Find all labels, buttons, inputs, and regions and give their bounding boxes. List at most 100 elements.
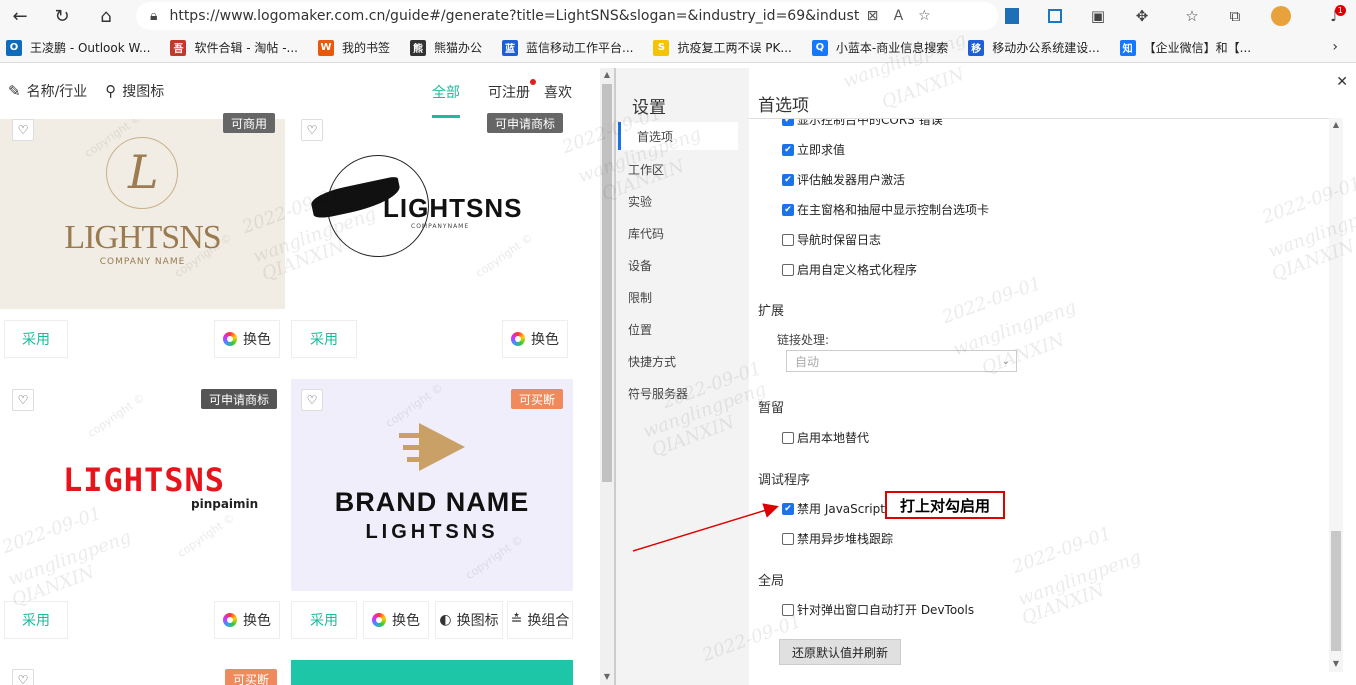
use-button[interactable]: 采用 xyxy=(291,601,357,639)
change-color-button[interactable]: 换色 xyxy=(363,601,429,639)
change-icon-button[interactable]: ◐ 换图标 xyxy=(435,601,503,639)
sidebar-item-workspace[interactable]: 工作区 xyxy=(628,161,664,178)
option-custom-formatters[interactable]: 启用自定义格式化程序 xyxy=(782,261,917,278)
option-preserve-log[interactable]: 导航时保留日志 xyxy=(782,231,881,248)
logo-card-3[interactable]: LIGHTSNS pinpaimin copyright © copyright… xyxy=(3,379,285,645)
option-label: 显示控制台中的CORS 错误 xyxy=(797,118,943,127)
notification-bell-icon[interactable]: ♪ 1 xyxy=(1324,5,1346,27)
logo-card-4[interactable]: BRAND NAME LIGHTSNS copyright © copyrigh… xyxy=(291,379,573,645)
change-color-button[interactable]: 换色 xyxy=(214,320,280,358)
refresh-icon[interactable]: ↻ xyxy=(48,2,76,30)
link-handling-select[interactable]: 自动 ⌄ xyxy=(786,350,1017,372)
tab-favorites[interactable]: 喜欢 xyxy=(544,82,572,102)
sidebar-item-shortcuts[interactable]: 快捷方式 xyxy=(628,353,676,370)
back-icon[interactable]: ← xyxy=(6,2,34,30)
extension-book-icon[interactable] xyxy=(1001,5,1023,27)
checkbox-unchecked[interactable] xyxy=(782,431,794,444)
scroll-up-icon[interactable]: ▲ xyxy=(603,70,611,79)
nav-search-logo[interactable]: ⚲ 搜图标 xyxy=(105,81,164,101)
scroll-thumb[interactable] xyxy=(602,84,612,482)
logo-card-6-preview[interactable] xyxy=(291,660,573,685)
logo-brand: LIGHTSNS xyxy=(62,461,226,499)
option-eager-eval[interactable]: ✔ 立即求值 xyxy=(782,141,845,158)
scroll-thumb[interactable] xyxy=(1331,531,1341,651)
option-disable-javascript[interactable]: ✔ 禁用 JavaScript xyxy=(782,500,885,517)
option-cors-errors[interactable]: ✔ 显示控制台中的CORS 错误 xyxy=(782,118,943,128)
bookmark-item[interactable]: 知【企业微信】和【... xyxy=(1119,39,1251,56)
sidebar-item-preferences[interactable]: 首选项 xyxy=(618,122,738,150)
checkbox-checked[interactable]: ✔ xyxy=(782,119,794,126)
collections-icon[interactable]: ⧉ xyxy=(1224,5,1246,27)
option-console-tab[interactable]: ✔ 在主窗格和抽屉中显示控制台选项卡 xyxy=(782,201,989,218)
bookmark-item[interactable]: S 抗疫复工两不误 PK... xyxy=(653,39,792,56)
sidebar-item-experiments[interactable]: 实验 xyxy=(628,193,652,210)
extension-window-icon[interactable] xyxy=(1044,5,1066,27)
sidebar-item-devices[interactable]: 设备 xyxy=(628,257,652,274)
option-local-overrides[interactable]: 启用本地替代 xyxy=(782,429,869,446)
bookmark-item[interactable]: 熊熊猫办公 xyxy=(410,39,482,56)
use-button[interactable]: 采用 xyxy=(4,601,68,639)
sidebar-item-locations[interactable]: 位置 xyxy=(628,321,652,338)
settings-scrollbar[interactable]: ▲ ▼ xyxy=(1329,118,1343,672)
profile-avatar-icon[interactable] xyxy=(1270,5,1292,27)
scroll-up-icon[interactable]: ▲ xyxy=(1332,120,1340,129)
checkbox-checked[interactable]: ✔ xyxy=(782,203,794,216)
home-icon[interactable]: ⌂ xyxy=(92,2,120,30)
scroll-down-icon[interactable]: ▼ xyxy=(1332,659,1340,668)
change-combo-button[interactable]: ≛ 换组合 xyxy=(507,601,573,639)
bookmark-item[interactable]: 移移动办公系统建设... xyxy=(968,39,1100,56)
option-disable-async-stack[interactable]: 禁用异步堆栈跟踪 xyxy=(782,530,893,547)
logo-brand: LIGHTSNS xyxy=(64,219,221,256)
use-button[interactable]: 采用 xyxy=(291,320,357,358)
heart-icon[interactable]: ♡ xyxy=(12,669,34,685)
tab-registrable[interactable]: 可注册 xyxy=(474,79,536,102)
checkbox-unchecked[interactable] xyxy=(782,532,794,545)
heart-icon[interactable]: ♡ xyxy=(301,389,323,411)
tab-all[interactable]: 全部 xyxy=(432,82,460,118)
status-badge: 可申请商标 xyxy=(200,389,277,409)
close-icon[interactable]: ✕ xyxy=(1336,74,1348,90)
url-text: https://www.logomaker.com.cn/guide#/gene… xyxy=(169,8,860,24)
checkbox-checked[interactable]: ✔ xyxy=(782,143,794,156)
address-bar[interactable]: 🔒︎ https://www.logomaker.com.cn/guide#/g… xyxy=(136,2,998,30)
favorites-icon[interactable]: ☆ xyxy=(1181,5,1203,27)
use-button[interactable]: 采用 xyxy=(4,320,68,358)
heart-icon[interactable]: ♡ xyxy=(12,389,34,411)
option-auto-open-devtools[interactable]: 针对弹出窗口自动打开 DevTools xyxy=(782,601,974,618)
annotation-label: 打上对勾启用 xyxy=(885,491,1005,519)
scroll-down-icon[interactable]: ▼ xyxy=(603,672,611,681)
heart-icon[interactable]: ♡ xyxy=(12,119,34,141)
restore-defaults-button[interactable]: 还原默认值并刷新 xyxy=(779,639,902,665)
page-scrollbar[interactable]: ▲ ▼ xyxy=(600,68,614,685)
bookmarks-more-icon[interactable]: › xyxy=(1332,39,1338,55)
sidebar-item-throttling[interactable]: 限制 xyxy=(628,289,652,306)
extensions-puzzle-icon[interactable]: ✥ xyxy=(1131,5,1153,27)
bookmark-item[interactable]: 吾软件合辑 - 淘帖 -... xyxy=(170,39,298,56)
checkbox-checked[interactable]: ✔ xyxy=(782,173,794,186)
change-color-button[interactable]: 换色 xyxy=(214,601,280,639)
bookmark-item[interactable]: 蓝蓝信移动工作平台... xyxy=(502,39,633,56)
checkbox-checked[interactable]: ✔ xyxy=(782,502,794,515)
read-aloud-icon[interactable]: A xyxy=(885,8,911,24)
favorite-star-icon[interactable]: ☆ xyxy=(911,8,937,24)
logo-card-2[interactable]: LIGHTSNS COMPANYNAME copyright © ♡ 可申请商标… xyxy=(291,113,573,365)
sidebar-item-ignore-list[interactable]: 库代码 xyxy=(628,225,664,242)
logo-sub: pinpaimin xyxy=(191,497,259,511)
sidebar-item-symbol-server[interactable]: 符号服务器 xyxy=(628,385,688,402)
logo-card-1[interactable]: L LIGHTSNS COMPANY NAME copyright © copy… xyxy=(0,113,285,365)
option-user-activation[interactable]: ✔ 评估触发器用户激活 xyxy=(782,171,905,188)
tracking-icon[interactable]: ⊠ xyxy=(859,8,885,24)
devtools-settings: 设置 首选项 工作区 实验 库代码 设备 限制 位置 快捷方式 符号服务器 首选… xyxy=(616,68,1356,685)
speed-line xyxy=(399,433,425,438)
bookmark-item[interactable]: Q 小蓝本-商业信息搜索 xyxy=(811,39,948,56)
change-color-button[interactable]: 换色 xyxy=(502,320,568,358)
bookmark-item[interactable]: W 我的书签 xyxy=(318,39,390,56)
heart-icon[interactable]: ♡ xyxy=(301,119,323,141)
extension-gamepad-icon[interactable]: ▣ xyxy=(1087,5,1109,27)
bookmark-item[interactable]: O 王凌鹏 - Outlook W... xyxy=(6,39,150,56)
logo-card-5[interactable]: ♡ 可买断 xyxy=(3,659,285,685)
nav-name-industry[interactable]: ✎ 名称/行业 xyxy=(8,81,87,101)
checkbox-unchecked[interactable] xyxy=(782,263,794,276)
checkbox-unchecked[interactable] xyxy=(782,603,794,616)
checkbox-unchecked[interactable] xyxy=(782,233,794,246)
